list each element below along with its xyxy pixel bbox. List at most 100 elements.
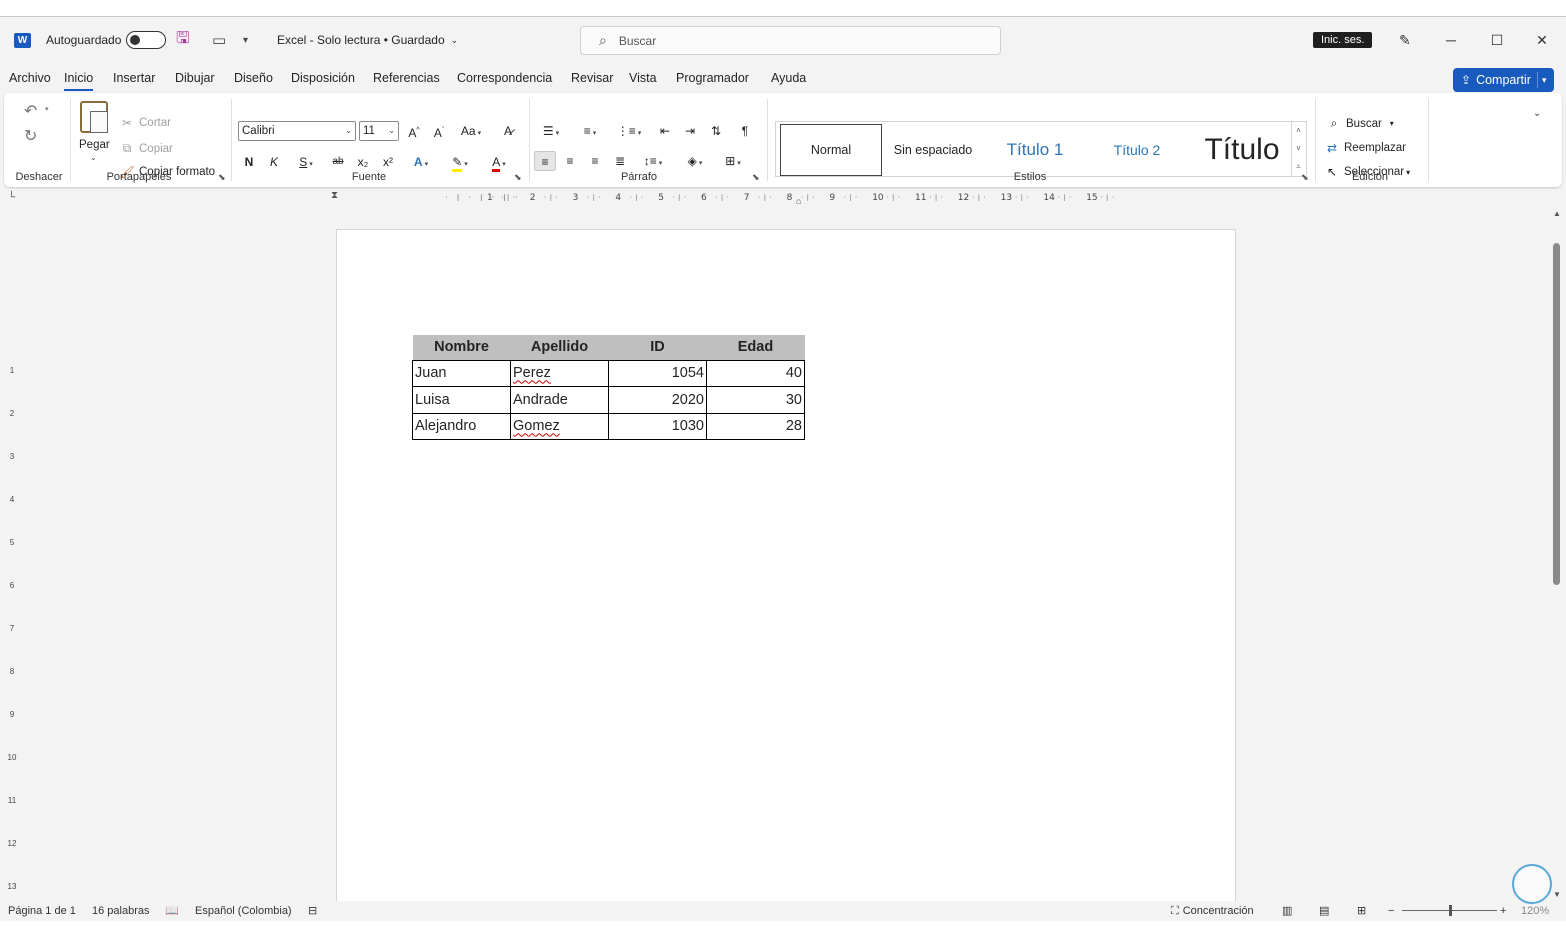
maximize-button[interactable]: ☐ — [1474, 17, 1520, 63]
tab-revisar[interactable]: Revisar — [571, 67, 613, 91]
table-cell[interactable]: 2020 — [608, 386, 707, 414]
align-left-icon[interactable]: ≡ — [534, 151, 556, 171]
vertical-scrollbar[interactable]: ▲ ▼ — [1550, 207, 1564, 901]
minimize-button[interactable]: ─ — [1428, 17, 1474, 63]
multilevel-list-icon[interactable]: ⋮≡ ▾ — [614, 121, 644, 141]
zoom-level[interactable]: 120% — [1521, 903, 1549, 919]
autosave-toggle[interactable] — [126, 17, 166, 63]
table-header-cell[interactable]: ID — [608, 335, 707, 360]
zoom-out-button[interactable]: − — [1388, 903, 1394, 919]
document-title[interactable]: Excel - Solo lectura • Guardado ⌄ — [277, 17, 458, 63]
table-header-cell[interactable]: Apellido — [510, 335, 609, 360]
focus-mode-button[interactable]: ⛶ Concentración — [1171, 903, 1254, 919]
superscript-button[interactable]: x² — [380, 152, 396, 172]
clipboard-launcher-icon[interactable]: ⬊ — [218, 172, 226, 183]
style-no-spacing[interactable]: Sin espaciado — [882, 122, 984, 178]
paste-options-icon[interactable]: ⌄ — [90, 153, 97, 162]
zoom-in-button[interactable]: + — [1500, 903, 1506, 919]
tab-inicio[interactable]: Inicio — [64, 67, 94, 91]
zoom-slider-thumb[interactable] — [1449, 905, 1452, 916]
sign-in-button[interactable]: Inic. ses. — [1313, 17, 1373, 63]
tab-selector-icon[interactable]: └ — [8, 192, 15, 203]
table-cell[interactable]: Luisa — [412, 386, 511, 414]
document-page[interactable]: Nombre Apellido ID Edad Juan Perez 1054 … — [336, 229, 1236, 901]
table-cell[interactable]: Gomez — [510, 412, 609, 440]
cut-button[interactable]: ✂ Cortar — [119, 116, 171, 130]
bullets-icon[interactable]: ☰ ▾ — [536, 121, 566, 141]
tab-programador[interactable]: Programador — [676, 67, 749, 91]
tab-vista[interactable]: Vista — [629, 67, 657, 91]
text-effects-button[interactable]: A ▾ — [406, 152, 436, 172]
find-button[interactable]: ⌕ Buscar ▾ — [1326, 116, 1394, 131]
language-status[interactable]: Español (Colombia) — [195, 903, 292, 919]
tab-disposicion[interactable]: Disposición — [291, 67, 355, 91]
change-case-icon[interactable]: Aa ▾ — [456, 121, 486, 141]
bold-button[interactable]: N — [241, 152, 257, 172]
table-cell[interactable]: Perez — [510, 359, 609, 387]
horizontal-ruler[interactable]: ⧗ · ׀ · ׀ · ׀ · 1 · ׀ · 2 · ׀ · 3 · ׀ · 4 · ׀ ·… — [331, 190, 1233, 206]
table-header-cell[interactable]: Edad — [706, 335, 805, 360]
font-family-select[interactable]: Calibri ⌄ — [238, 121, 356, 141]
share-button[interactable]: ⇪ Compartir ▾ — [1453, 68, 1554, 92]
show-marks-icon[interactable]: ¶ — [736, 121, 754, 141]
undo-dropdown-icon[interactable]: ▾ — [45, 105, 49, 113]
styles-launcher-icon[interactable]: ⬊ — [1301, 172, 1309, 183]
table-header-cell[interactable]: Nombre — [412, 335, 511, 360]
align-center-icon[interactable]: ≡ — [560, 151, 580, 171]
decrease-indent-icon[interactable]: ⇤ — [656, 121, 674, 141]
line-spacing-icon[interactable]: ↕≡ ▾ — [638, 151, 668, 171]
paste-button[interactable]: Pegar — [79, 139, 110, 151]
align-right-icon[interactable]: ≡ — [585, 151, 605, 171]
replace-button[interactable]: ⇄ Reemplazar — [1324, 141, 1406, 155]
font-color-button[interactable]: A ▾ — [484, 152, 514, 172]
tab-ayuda[interactable]: Ayuda — [771, 67, 806, 91]
present-icon[interactable]: ▭ — [212, 17, 226, 63]
tab-referencias[interactable]: Referencias — [373, 67, 440, 91]
style-title[interactable]: Título — [1188, 122, 1296, 178]
tab-dibujar[interactable]: Dibujar — [175, 67, 215, 91]
customize-quick-access-icon[interactable]: ▾ — [243, 17, 248, 63]
tab-insertar[interactable]: Insertar — [113, 67, 155, 91]
table-cell[interactable]: 30 — [706, 386, 805, 414]
table-cell[interactable]: 1054 — [608, 359, 707, 387]
tab-diseno[interactable]: Diseño — [234, 67, 273, 91]
italic-button[interactable]: K — [266, 152, 282, 172]
table-cell[interactable]: Alejandro — [412, 412, 511, 440]
data-table[interactable]: Nombre Apellido ID Edad Juan Perez 1054 … — [412, 335, 805, 440]
strikethrough-button[interactable]: ab — [329, 152, 347, 172]
redo-icon[interactable]: ↻ — [24, 126, 37, 146]
highlight-button[interactable]: ✎ ▾ — [445, 152, 475, 172]
numbering-icon[interactable]: ≡ ▾ — [575, 121, 605, 141]
gallery-down-icon[interactable]: ˅ — [1291, 140, 1305, 158]
style-normal[interactable]: Normal — [780, 124, 882, 176]
table-cell[interactable]: Andrade — [510, 386, 609, 414]
sort-icon[interactable]: ⇅ — [707, 121, 725, 141]
page-count[interactable]: Página 1 de 1 — [8, 903, 76, 919]
close-button[interactable]: ✕ — [1519, 17, 1565, 63]
justify-icon[interactable]: ≣ — [610, 151, 630, 171]
gallery-up-icon[interactable]: ˄ — [1291, 122, 1305, 140]
style-heading-1[interactable]: Título 1 — [984, 122, 1086, 178]
scrollbar-thumb[interactable] — [1553, 243, 1560, 585]
borders-icon[interactable]: ⊞ ▾ — [718, 151, 748, 171]
subscript-button[interactable]: x₂ — [355, 152, 371, 172]
read-mode-icon[interactable]: ▥ — [1282, 903, 1292, 919]
style-heading-2[interactable]: Título 2 — [1086, 122, 1188, 178]
font-launcher-icon[interactable]: ⬊ — [514, 172, 522, 183]
chevron-down-icon[interactable]: ▾ — [1542, 75, 1547, 86]
shrink-font-icon[interactable]: Aˇ — [429, 121, 449, 141]
increase-indent-icon[interactable]: ⇥ — [681, 121, 699, 141]
table-cell[interactable]: Juan — [412, 359, 511, 387]
pen-icon[interactable]: ✎ — [1399, 17, 1411, 63]
grow-font-icon[interactable]: A^ — [404, 121, 424, 141]
paste-icon[interactable] — [80, 101, 108, 133]
table-cell[interactable]: 40 — [706, 359, 805, 387]
scroll-up-icon[interactable]: ▲ — [1553, 209, 1561, 218]
underline-button[interactable]: S ▾ — [291, 152, 321, 172]
shading-icon[interactable]: ◈ ▾ — [680, 151, 710, 171]
font-size-select[interactable]: 11 ⌄ — [359, 121, 399, 141]
undo-icon[interactable]: ↶ — [24, 101, 37, 121]
web-layout-icon[interactable]: ⊞ — [1357, 903, 1366, 919]
ribbon-options-icon[interactable]: ⌄ — [1533, 108, 1541, 119]
print-layout-icon[interactable]: ▤ — [1319, 903, 1329, 919]
